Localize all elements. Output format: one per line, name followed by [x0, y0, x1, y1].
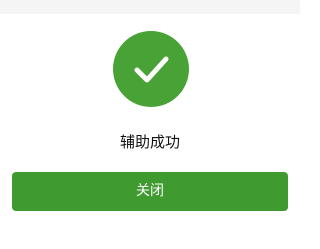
checkmark-icon [134, 56, 169, 83]
top-bar [0, 0, 300, 14]
success-message: 辅助成功 [119, 133, 180, 151]
close-button[interactable]: 关闭 [12, 172, 288, 211]
success-dialog: 辅助成功 关闭 [0, 0, 300, 249]
check-circle-icon [113, 31, 189, 107]
